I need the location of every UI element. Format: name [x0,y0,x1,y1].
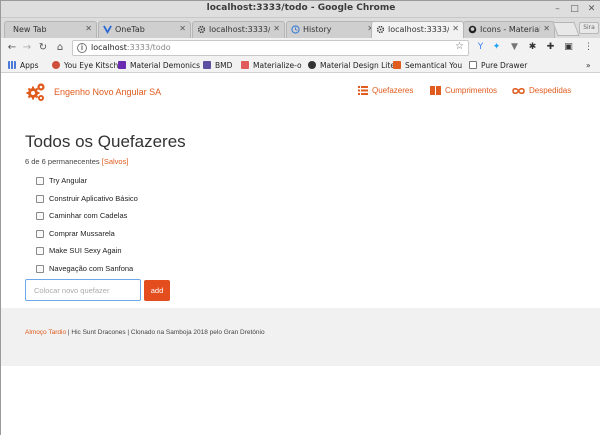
tab-label: OneTab [115,25,145,34]
bootstrap-icon [203,61,211,69]
todo-checkbox[interactable] [36,212,44,220]
list-icon [358,86,368,95]
site-footer: Almoço Tardio | Hic Sunt Dracones | Clon… [1,308,600,366]
history-icon [291,25,300,34]
site-header: Engenho Novo Angular SA Quefazeres Cumpr… [1,73,600,111]
home-icon[interactable]: ⌂ [54,41,66,54]
tab-localhost-1[interactable]: localhost:3333/to ✕ [192,21,285,38]
nav-quefazeres[interactable]: Quefazeres [358,86,413,95]
profile-button[interactable]: Sira [579,22,599,34]
twitter-icon[interactable]: ✦ [491,42,502,53]
materialize-icon [241,61,249,69]
tab-label: localhost:3333/to [209,25,270,34]
nav-cumprimentos[interactable]: Cumprimentos [430,86,497,95]
tab-label: History [303,25,332,34]
bookmarks-overflow[interactable]: » [586,60,591,72]
tab-onetab[interactable]: OneTab ✕ [98,21,191,38]
bookmark-apps[interactable]: Apps [8,60,39,72]
github-icon [468,25,477,34]
address-url: localhost:3333/todo [91,43,171,52]
address-bar[interactable]: i localhost:3333/todo ☆ [72,40,469,56]
browser-toolbar: ← → ↻ ⌂ i localhost:3333/todo ☆ Y ✦ ▼ ✱ … [1,38,600,58]
new-todo-input[interactable] [26,280,140,300]
todo-summary: 6 de 6 permanecentes [Salvos] [25,157,129,166]
minimize-icon[interactable]: – [552,4,563,15]
page-icon [469,61,477,69]
maximize-icon[interactable]: □ [569,4,580,15]
saved-status: [Salvos] [101,157,129,166]
tab-close-icon[interactable]: ✕ [179,24,186,33]
footer-link[interactable]: Almoço Tardio [25,329,66,336]
bookmark-material-demonics[interactable]: Material Demonics [118,60,200,72]
footer-text: Almoço Tardio | Hic Sunt Dracones | Clon… [25,329,265,336]
todo-checkbox[interactable] [36,247,44,255]
todo-checkbox[interactable] [36,265,44,273]
bookmark-bmd[interactable]: BMD [203,60,232,72]
forward-icon[interactable]: → [21,41,33,54]
menu-icon[interactable]: ⋮ [583,42,594,53]
book-icon [430,86,441,95]
new-todo-field[interactable] [25,279,141,301]
window-title: localhost:3333/todo - Google Chrome [206,3,396,13]
bookmark-material-design-lite[interactable]: Material Design Lite [308,60,395,72]
todo-text: Make SUI Sexy Again [49,246,122,255]
extension-gear-icon[interactable]: ✱ [527,42,538,53]
brand-name[interactable]: Engenho Novo Angular SA [54,87,161,97]
todo-checkbox[interactable] [36,230,44,238]
close-icon[interactable]: ✕ [586,4,597,15]
tab-label: New Tab [13,25,47,34]
todo-checkbox[interactable] [36,195,44,203]
onetab-icon [103,25,112,34]
todo-text: Construir Aplicativo Básico [49,194,138,203]
semantical-icon [393,61,401,69]
tab-label: localhost:3333/to [388,25,449,34]
tab-close-icon[interactable]: ✕ [273,24,280,33]
new-tab-button[interactable] [552,22,580,36]
tab-icons-material[interactable]: Icons - Material D ✕ [463,21,555,38]
nav-despedidas[interactable]: Despedidas [512,86,571,95]
todo-text: Caminhar com Cadelas [49,211,128,220]
tab-history[interactable]: History ✕ [286,21,379,38]
todo-checkbox[interactable] [36,177,44,185]
bookmark-semantical-you[interactable]: Semantical You [393,60,462,72]
site-gear-icon [197,25,206,34]
extension-y-icon[interactable]: Y [475,42,486,53]
back-icon[interactable]: ← [6,41,18,54]
title-bar: localhost:3333/todo - Google Chrome – □ … [1,1,600,18]
tab-new-tab[interactable]: New Tab ✕ [4,21,97,38]
tab-close-icon[interactable]: ✕ [85,24,92,33]
material-demonics-icon [118,61,126,69]
bookmarks-bar: Apps You Eye Kitsch Material Demonics BM… [1,58,600,73]
page-content: Engenho Novo Angular SA Quefazeres Cumpr… [1,73,600,436]
reload-icon[interactable]: ↻ [37,41,49,54]
bookmark-pure-drawer[interactable]: Pure Drawer [469,60,527,72]
apps-grid-icon [8,61,16,69]
tab-close-icon[interactable]: ✕ [452,24,459,33]
bookmark-star-icon[interactable]: ☆ [455,41,464,52]
infinity-icon [512,88,525,94]
browser-window: localhost:3333/todo - Google Chrome – □ … [0,0,600,436]
add-todo-button[interactable]: add [144,280,170,301]
site-gear-icon [376,25,385,34]
gears-logo-icon[interactable] [25,81,47,103]
bookmark-materialize[interactable]: Materialize-o [241,60,302,72]
extension-puzzle-icon[interactable]: ✚ [545,42,556,53]
mdl-icon [308,61,316,69]
tab-localhost-active[interactable]: localhost:3333/to ✕ [371,21,464,38]
extension-v-icon[interactable]: ▼ [509,42,520,53]
bookmark-you-eye-kitsch[interactable]: You Eye Kitsch [52,60,118,72]
todo-text: Navegação com Sanfona [49,264,134,273]
you-eye-kitsch-icon [52,61,60,69]
page-title: Todos os Quefazeres [25,132,186,151]
todo-text: Comprar Mussarela [49,229,115,238]
tab-label: Icons - Material D [480,25,540,34]
tab-close-icon[interactable]: ✕ [543,24,550,33]
tab-strip: New Tab ✕ OneTab ✕ localhost:3333/to ✕ H… [1,18,600,38]
extension-box-icon[interactable]: ▣ [563,42,574,53]
todo-text: Try Angular [49,176,88,185]
info-icon[interactable]: i [77,43,87,53]
